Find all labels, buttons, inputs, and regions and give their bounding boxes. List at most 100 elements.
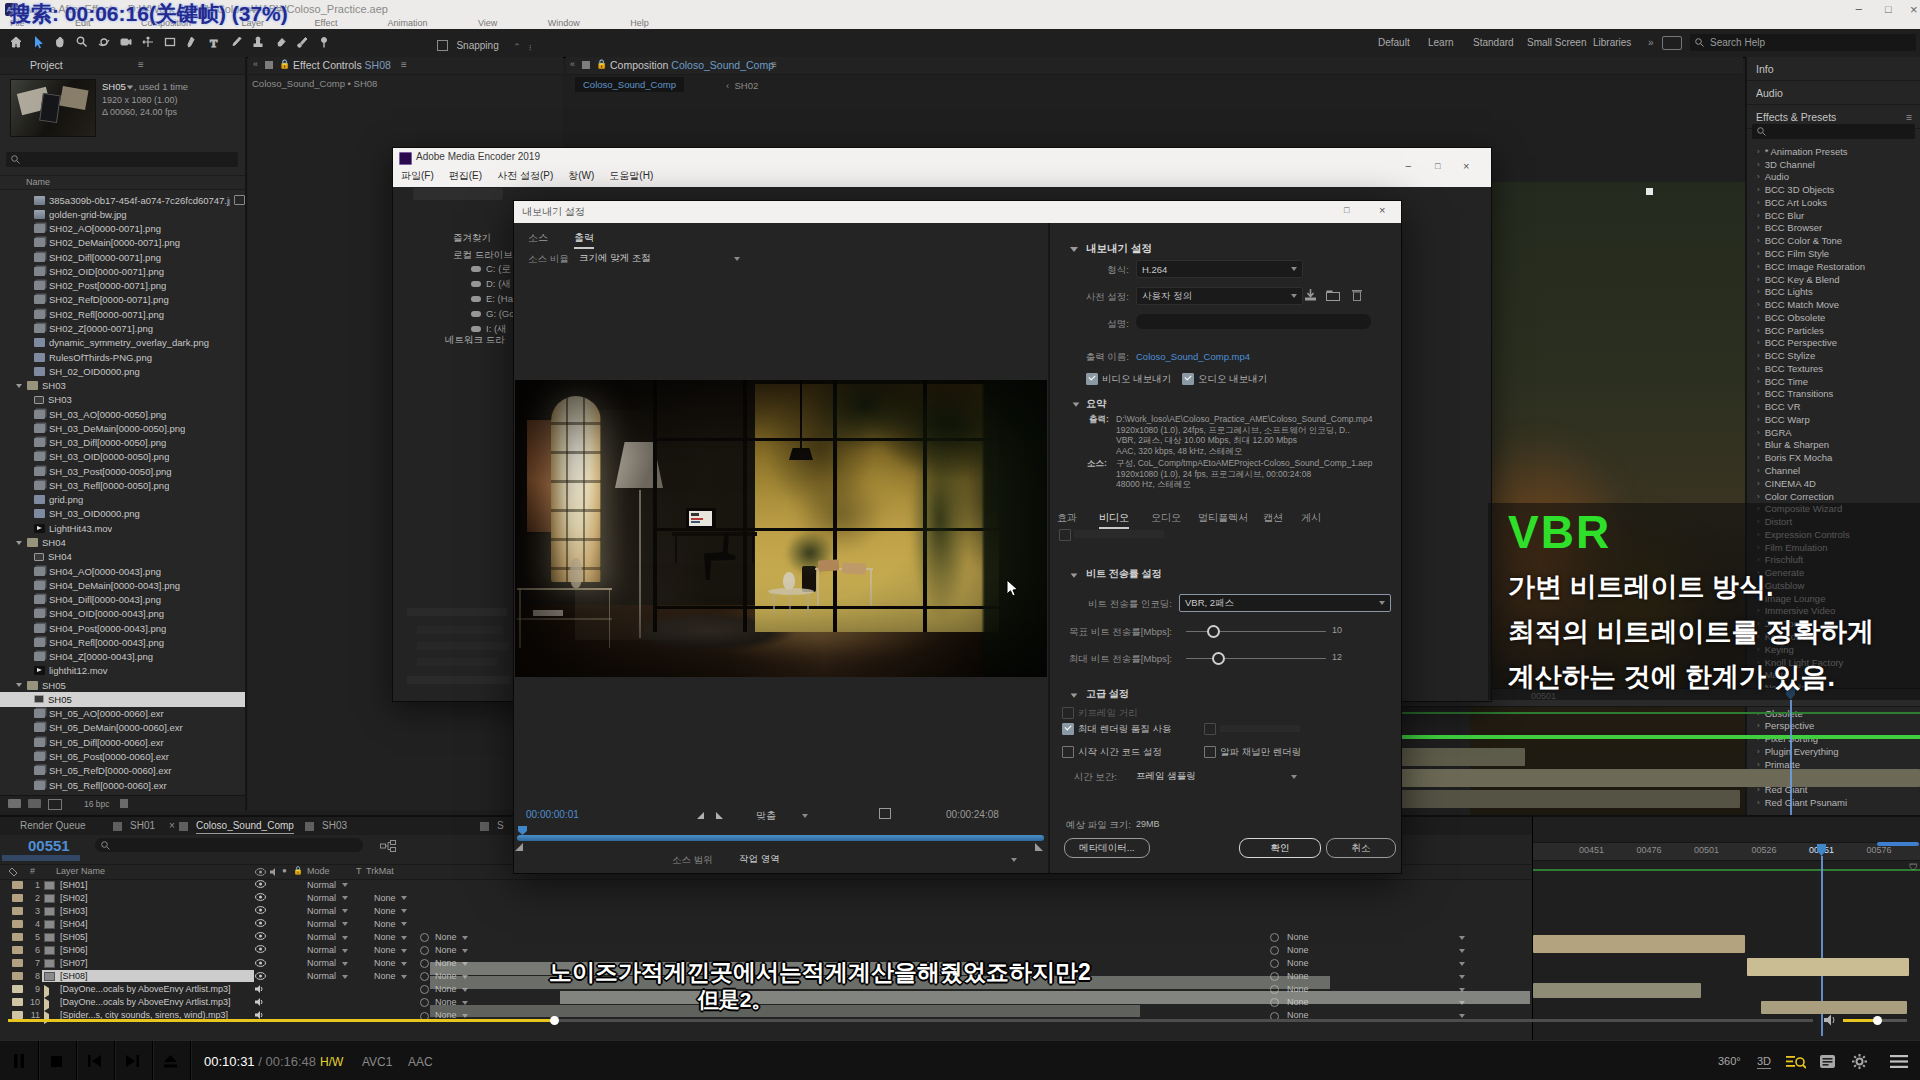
effects-category[interactable]: ›Boris FX Mocha	[1747, 451, 1920, 464]
effects-category[interactable]: ›Channel	[1747, 464, 1920, 477]
folder-expand-icon[interactable]	[16, 541, 22, 545]
snapping-checkbox[interactable]: Snapping ⌃⁝	[437, 36, 532, 54]
panel-menu-icon[interactable]: ≡	[771, 59, 777, 70]
collapse-icon[interactable]: «	[570, 59, 575, 69]
project-item[interactable]: SH_05_AO[0000-0060].exr	[0, 707, 245, 721]
pan-behind-icon[interactable]	[138, 33, 158, 52]
label-chip[interactable]	[12, 894, 23, 902]
dialog-tab-5[interactable]: 게시	[1301, 511, 1321, 525]
dialog-close-button[interactable]: ×	[1379, 204, 1385, 216]
save-preset-icon[interactable]	[1304, 289, 1317, 301]
comment-input[interactable]	[1136, 314, 1371, 329]
hand-tool-icon[interactable]	[50, 33, 70, 52]
timeline-tab-1[interactable]: SH01	[130, 820, 155, 831]
dialog-tab-1[interactable]: 비디오	[1099, 511, 1129, 529]
new-comp-icon[interactable]	[48, 799, 62, 810]
project-item[interactable]: SH_03_OID[0000-0050].png	[0, 450, 245, 464]
trkmat-dropdown[interactable]: None	[374, 945, 407, 955]
preview-scrubber[interactable]	[517, 835, 1044, 841]
effects-category[interactable]: ›Color Correction	[1747, 490, 1920, 503]
ame-minimize-button[interactable]: −	[1405, 160, 1411, 172]
project-item[interactable]: SH_03_Post[0000-0050].png	[0, 464, 245, 478]
preset-dropdown[interactable]: 사용자 정의	[1136, 287, 1303, 305]
project-item[interactable]: SH_03_DeMain[0000-0050].png	[0, 421, 245, 435]
trkmat-dropdown[interactable]: None	[374, 893, 407, 903]
layer-name[interactable]: [SH03]	[60, 906, 88, 916]
project-item[interactable]: SH04_Refl[0000-0043].png	[0, 635, 245, 649]
eject-button[interactable]	[164, 1055, 177, 1068]
settings-gear-button[interactable]	[1852, 1054, 1867, 1069]
effects-category[interactable]: ›BCC Film Style	[1747, 247, 1920, 260]
project-item[interactable]: grid.png	[0, 493, 245, 507]
project-item[interactable]: lighthit12.mov	[0, 664, 245, 678]
workspace-standard[interactable]: Standard	[1473, 37, 1514, 48]
keyframe-checkbox[interactable]	[1062, 707, 1074, 719]
tab-audio[interactable]: Audio	[1747, 81, 1920, 105]
project-item[interactable]: SH_05_Refl[0000-0060].exr	[0, 778, 245, 792]
search-help-field[interactable]: Search Help	[1690, 34, 1916, 51]
project-search-input[interactable]	[6, 152, 238, 167]
effects-category[interactable]: ›BCC Transitions	[1747, 388, 1920, 401]
hw-badge[interactable]: H/W	[320, 1055, 343, 1069]
effects-category[interactable]: ›BCC Key & Blend	[1747, 273, 1920, 286]
project-item[interactable]: 385a309b-0b17-454f-a074-7c26fcd60747.jpg	[0, 193, 245, 207]
project-item[interactable]: SH04_DeMain[0000-0043].png	[0, 578, 245, 592]
format-dropdown[interactable]: H.264	[1136, 260, 1303, 278]
blend-mode-dropdown[interactable]: Normal	[307, 906, 348, 916]
folder-expand-icon[interactable]	[16, 683, 22, 687]
volume-handle[interactable]	[1873, 1016, 1882, 1025]
subtitle-list-button[interactable]	[1820, 1055, 1835, 1068]
prev-button[interactable]	[88, 1055, 101, 1067]
blend-mode-dropdown[interactable]: Normal	[307, 880, 348, 890]
eye-icon[interactable]	[255, 906, 266, 916]
label-chip[interactable]	[12, 907, 23, 915]
shield-icon[interactable]: 🛡	[1909, 862, 1918, 872]
folder-icon[interactable]	[28, 799, 41, 808]
out-point-icon[interactable]	[716, 812, 723, 819]
project-item[interactable]: SH_05_Post[0000-0060].exr	[0, 749, 245, 763]
layer-row[interactable]: 2[SH02]NormalNone	[0, 891, 1532, 904]
eye-icon[interactable]	[255, 880, 266, 890]
ame-maximize-button[interactable]: □	[1435, 161, 1440, 171]
comp-flowchart-icon[interactable]	[380, 840, 396, 852]
source-range-dropdown[interactable]: 작업 영역	[739, 853, 780, 866]
project-item[interactable]: golden-grid-bw.jpg	[0, 207, 245, 221]
effects-category[interactable]: ›BCC Warp	[1747, 413, 1920, 426]
timeline-tab-3[interactable]: SH03	[322, 820, 347, 831]
effects-search-input[interactable]	[1752, 124, 1915, 139]
effects-category[interactable]: ›BCC Obsolete	[1747, 311, 1920, 324]
ame-menu-item[interactable]: 편집(E)	[449, 169, 482, 183]
project-item[interactable]: SH_05_Difl[0000-0060].exr	[0, 735, 245, 749]
ame-favorites[interactable]: 즐겨찾기	[453, 232, 491, 245]
trash-icon[interactable]	[120, 799, 128, 808]
ame-drive[interactable]: D: (새	[471, 278, 511, 291]
effects-category[interactable]: ›BCC Blur	[1747, 209, 1920, 222]
project-item[interactable]: SH04_Z[0000-0043].png	[0, 650, 245, 664]
effects-category[interactable]: ›BCC Lights	[1747, 285, 1920, 298]
project-item[interactable]: SH02_AO[0000-0071].png	[0, 222, 245, 236]
seek-bar-handle[interactable]	[550, 1016, 559, 1025]
ame-menu-item[interactable]: 사전 설정(P)	[497, 169, 553, 183]
timeline-tab-2[interactable]: Coloso_Sound_Comp	[196, 820, 294, 834]
ame-menu-item[interactable]: 도움말(H)	[609, 169, 653, 183]
tab-composition[interactable]: Composition Coloso_Sound_Comp	[610, 59, 774, 71]
libraries-icon[interactable]	[1662, 36, 1682, 50]
tab-output[interactable]: 출력	[574, 231, 594, 249]
tab-info[interactable]: Info	[1747, 57, 1920, 81]
parent-link-dropdown[interactable]: None	[1270, 945, 1482, 955]
playhead-handle[interactable]	[518, 826, 527, 835]
timeline-search-input[interactable]	[95, 838, 363, 852]
maximize-button[interactable]: □	[1885, 3, 1892, 15]
label-chip[interactable]	[12, 933, 23, 941]
scale-dropdown[interactable]: 크기에 맞게 조절	[579, 252, 651, 265]
panel-menu-icon[interactable]: ≡	[138, 59, 144, 70]
output-name-link[interactable]: Coloso_Sound_Comp.mp4	[1136, 351, 1250, 362]
start-timecode-checkbox[interactable]	[1062, 746, 1074, 758]
layer-name[interactable]: [SH06]	[60, 945, 88, 955]
effects-category[interactable]: ›BCC Particles	[1747, 324, 1920, 337]
range-start-handle[interactable]	[515, 843, 523, 851]
timeline-tab-0[interactable]: Render Queue	[20, 820, 86, 831]
ame-menu-item[interactable]: 창(W)	[568, 169, 594, 183]
parent-link-dropdown[interactable]: None	[420, 945, 468, 955]
metadata-button[interactable]: 메타데이터...	[1064, 838, 1150, 858]
